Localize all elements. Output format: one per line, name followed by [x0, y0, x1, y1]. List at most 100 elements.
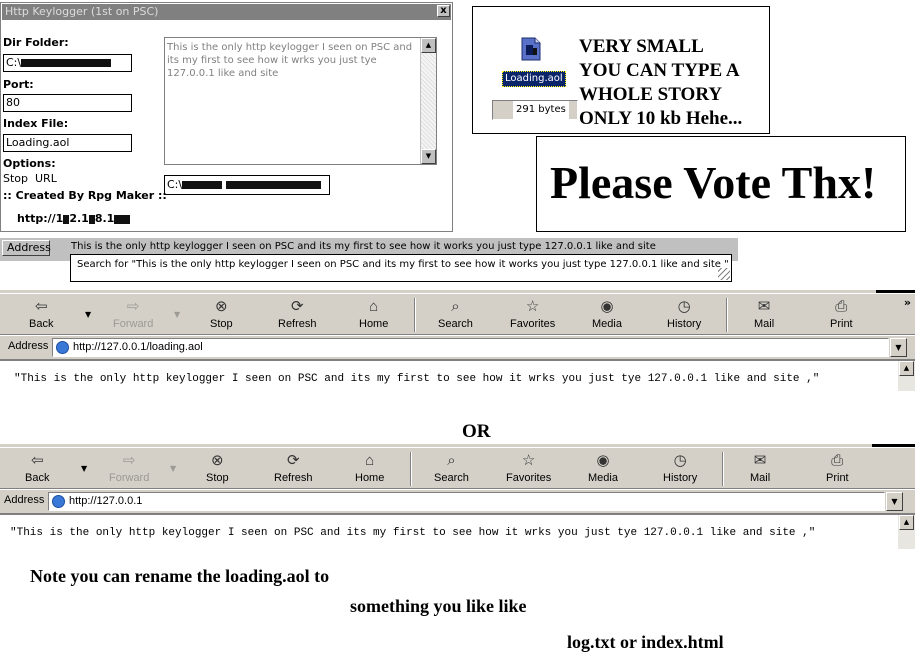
forward-button[interactable]: ⇨ Forward [109, 452, 149, 484]
page-text: "This is the only http keylogger I seen … [10, 527, 816, 539]
scroll-up-icon[interactable]: ▲ [899, 361, 914, 376]
search-icon: ⌕ [451, 298, 460, 315]
scroll-up-icon[interactable]: ▲ [899, 515, 914, 530]
port-label: Port: [3, 78, 34, 91]
chevron-down-icon[interactable]: ▼ [85, 310, 91, 319]
mail-button[interactable]: ✉ Mail [750, 452, 770, 484]
file-name[interactable]: Loading.aol [502, 71, 566, 87]
description: VERY SMALL YOU CAN TYPE A WHOLE STORY ON… [579, 35, 742, 131]
description-line: YOU CAN TYPE A [579, 60, 740, 81]
ie-page-icon [56, 341, 69, 354]
page-text: "This is the only http keylogger I seen … [14, 373, 820, 385]
page-scrollbar[interactable]: ▲ [898, 515, 915, 549]
stop-button[interactable]: ⊗ Stop [210, 298, 233, 330]
scroll-up-icon[interactable]: ▲ [421, 38, 436, 53]
home-icon: ⌂ [369, 298, 379, 315]
chevron-down-icon[interactable]: ▼ [174, 310, 180, 319]
address-input[interactable]: http://127.0.0.1/loading.aol [52, 338, 889, 357]
textarea-scrollbar[interactable]: ▲ ▼ [420, 38, 436, 164]
address-strip-input[interactable]: This is the only http keylogger I seen o… [71, 240, 656, 254]
stop-button[interactable]: ⊗ Stop [206, 452, 229, 484]
address-url: http://127.0.0.1 [69, 495, 143, 507]
page-content: "This is the only http keylogger I seen … [0, 359, 915, 391]
dir-folder-label: Dir Folder: [3, 36, 69, 49]
page-scrollbar[interactable]: ▲ [898, 361, 915, 391]
address-label: Address [8, 340, 49, 352]
forward-arrow-icon: ⇨ [122, 452, 136, 469]
history-button[interactable]: ◷ History [663, 452, 697, 484]
credit-text: :: Created By Rpg Maker :: [3, 189, 167, 202]
media-icon: ◉ [600, 298, 614, 315]
index-file-field[interactable]: Loading.aol [3, 134, 132, 152]
chevron-down-icon[interactable]: ▼ [170, 464, 176, 473]
keylogger-window: Http Keylogger (1st on PSC) x Dir Folder… [0, 2, 453, 232]
search-button[interactable]: ⌕ Search [438, 298, 473, 330]
search-suggestion[interactable]: Search for "This is the only http keylog… [70, 254, 732, 282]
print-icon: ⎙ [835, 298, 848, 315]
log-textarea[interactable]: This is the only http keylogger I seen o… [164, 37, 437, 165]
media-icon: ◉ [596, 452, 610, 469]
address-input[interactable]: http://127.0.0.1 [48, 492, 885, 511]
chevron-down-icon[interactable]: ▼ [890, 338, 907, 357]
option-url[interactable]: URL [35, 172, 57, 185]
page-content: "This is the only http keylogger I seen … [0, 513, 915, 549]
back-arrow-icon: ⇦ [34, 298, 48, 315]
search-suggestion-text: Search for "This is the only http keylog… [77, 259, 729, 270]
forward-button[interactable]: ⇨ Forward [113, 298, 153, 330]
favorites-icon: ☆ [525, 298, 540, 315]
option-stop[interactable]: Stop [3, 172, 28, 185]
path-field[interactable]: C:\ [164, 175, 330, 195]
favorites-button[interactable]: ☆ Favorites [510, 298, 555, 330]
stop-icon: ⊗ [215, 298, 228, 315]
print-button[interactable]: ⎙ Print [826, 452, 849, 484]
media-button[interactable]: ◉ Media [592, 298, 622, 330]
window-title: Http Keylogger (1st on PSC) [2, 4, 451, 20]
chevron-down-icon[interactable]: ▼ [886, 492, 903, 511]
toolbar-separator [726, 298, 728, 332]
browser-2: ⇦ Back ▼ ⇨ Forward ▼ ⊗ Stop ⟳ Refresh ⌂ Home … [0, 444, 915, 549]
address-bar: Address http://127.0.0.1 ▼ [0, 489, 915, 513]
mail-icon: ✉ [757, 298, 771, 315]
mail-button[interactable]: ✉ Mail [754, 298, 774, 330]
forward-arrow-icon: ⇨ [126, 298, 140, 315]
note-line-2: something you like like [350, 596, 527, 616]
address-bar: Address http://127.0.0.1/loading.aol ▼ [0, 335, 915, 359]
address-label: Address [4, 494, 45, 506]
ie-page-icon [52, 495, 65, 508]
favorites-button[interactable]: ☆ Favorites [506, 452, 551, 484]
close-icon[interactable]: x [437, 5, 450, 17]
resize-grip-icon[interactable] [718, 268, 730, 280]
note-line-1: Note you can rename the loading.aol to [30, 566, 330, 586]
log-text: This is the only http keylogger I seen o… [167, 42, 413, 79]
aol-file-icon[interactable] [520, 36, 542, 62]
toolbar-separator [414, 298, 416, 332]
description-line: WHOLE STORY [579, 84, 723, 105]
index-file-label: Index File: [3, 117, 69, 130]
refresh-button[interactable]: ⟳ Refresh [278, 298, 317, 330]
chevron-icon[interactable]: » [904, 296, 911, 309]
back-arrow-icon: ⇦ [30, 452, 44, 469]
back-button[interactable]: ⇦ Back [29, 298, 53, 330]
toolbar-separator [410, 452, 412, 486]
history-button[interactable]: ◷ History [667, 298, 701, 330]
address-url: http://127.0.0.1/loading.aol [73, 341, 203, 353]
dir-folder-field[interactable]: C:\ [3, 54, 132, 72]
media-button[interactable]: ◉ Media [588, 452, 618, 484]
search-button[interactable]: ⌕ Search [434, 452, 469, 484]
stop-icon: ⊗ [211, 452, 224, 469]
scroll-down-icon[interactable]: ▼ [421, 149, 436, 164]
home-button[interactable]: ⌂ Home [359, 298, 388, 330]
chevron-down-icon[interactable]: ▼ [81, 464, 87, 473]
file-size: 291 bytes [492, 100, 578, 120]
print-icon: ⎙ [831, 452, 844, 469]
port-field[interactable]: 80 [3, 94, 132, 112]
toolbar: » ⇦ Back ▼ ⇨ Forward ▼ ⊗ Stop ⟳ Refresh ⌂ Hom… [0, 293, 915, 335]
note-line-3: log.txt or index.html [567, 632, 724, 652]
history-icon: ◷ [677, 298, 691, 315]
refresh-button[interactable]: ⟳ Refresh [274, 452, 313, 484]
home-button[interactable]: ⌂ Home [355, 452, 384, 484]
print-button[interactable]: ⎙ Print [830, 298, 853, 330]
vote-text: Please Vote Thx! [550, 157, 877, 208]
history-icon: ◷ [673, 452, 687, 469]
back-button[interactable]: ⇦ Back [25, 452, 49, 484]
